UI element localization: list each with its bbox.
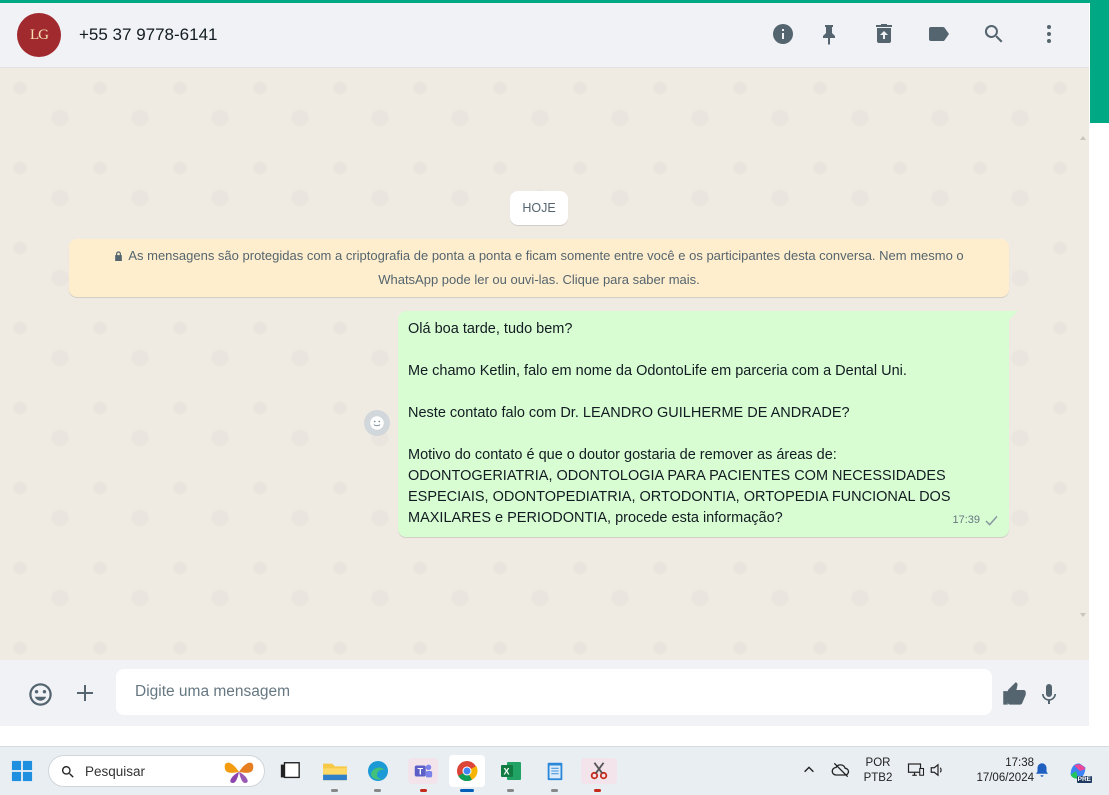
excel-icon[interactable]: X — [497, 758, 525, 784]
message-line: ODONTOGERIATRIA, ODONTOLOGIA PARA PACIEN… — [408, 468, 946, 484]
message-line: Me chamo Ketlin, falo em nome da OdontoL… — [408, 363, 907, 379]
contact-name[interactable]: +55 37 9778-6141 — [79, 25, 218, 45]
running-indicator — [551, 789, 558, 792]
file-explorer-icon[interactable] — [321, 758, 349, 784]
network-icon[interactable] — [906, 760, 926, 780]
running-indicator — [594, 789, 601, 792]
thumbs-up-icon[interactable] — [1000, 680, 1028, 708]
clock-time: 17:38 — [1005, 757, 1034, 769]
notepad-icon[interactable] — [541, 757, 569, 785]
message-line: Motivo do contato é que o doutor gostari… — [408, 447, 837, 463]
notification-bell-icon[interactable] — [1032, 760, 1052, 780]
copilot-icon[interactable]: PRE — [1064, 757, 1092, 785]
bubble-tail — [1009, 311, 1018, 320]
keyboard-layout: PTB2 — [863, 772, 893, 784]
volume-icon[interactable] — [928, 760, 948, 780]
teams-icon[interactable]: T — [408, 758, 438, 784]
page-scrollbar[interactable] — [1089, 3, 1109, 726]
react-emoji-button[interactable] — [364, 410, 390, 436]
clock[interactable]: 17:38 17/06/2024 — [958, 756, 1034, 786]
check-icon — [985, 515, 998, 526]
message-time: 17:39 — [952, 514, 980, 526]
chevron-up-icon[interactable] — [800, 761, 818, 779]
whatsapp-app: LG +55 37 9778-6141 HOJE As mensagens sã… — [0, 3, 1089, 726]
smiley-icon — [370, 416, 384, 430]
scroll-down-arrow-icon[interactable] — [1080, 613, 1086, 617]
edge-icon[interactable] — [364, 758, 392, 784]
copilot-badge: PRE — [1076, 776, 1092, 783]
task-view-icon[interactable] — [278, 759, 302, 783]
running-indicator — [374, 789, 381, 792]
avatar[interactable]: LG — [17, 13, 61, 57]
taskbar-search-label: Pesquisar — [85, 764, 146, 779]
search-icon[interactable] — [981, 21, 1007, 47]
microphone-icon[interactable] — [1036, 680, 1062, 708]
message-line — [408, 382, 999, 403]
composer — [0, 660, 1089, 726]
encryption-notice-text: As mensagens são protegidas com a cripto… — [128, 248, 964, 287]
svg-text:T: T — [418, 767, 424, 777]
attach-plus-icon[interactable] — [72, 680, 98, 706]
butterfly-icon — [224, 762, 254, 783]
avatar-text: LG — [30, 26, 49, 43]
message-meta: 17:39 — [952, 510, 999, 531]
info-icon[interactable] — [770, 21, 796, 47]
menu-icon[interactable] — [1036, 21, 1062, 47]
scrollbar-thumb[interactable] — [1090, 3, 1109, 123]
chat-header: LG +55 37 9778-6141 — [0, 3, 1089, 68]
message-line: MAXILARES e PERIODONTIA, procede esta in… — [408, 510, 783, 526]
chat-area[interactable]: HOJE As mensagens são protegidas com a c… — [0, 68, 1089, 660]
scroll-up-arrow-icon[interactable] — [1080, 136, 1086, 140]
message-line: Olá boa tarde, tudo bem? — [408, 321, 573, 337]
pin-icon[interactable] — [816, 21, 842, 47]
clock-date: 17/06/2024 — [976, 772, 1034, 784]
date-chip: HOJE — [510, 191, 568, 225]
onedrive-off-icon[interactable] — [830, 759, 852, 781]
chrome-icon[interactable] — [449, 755, 485, 787]
message-line: ESPECIAIS, ODONTOPEDIATRIA, ORTODONTIA, … — [408, 489, 951, 505]
snipping-tool-icon[interactable] — [581, 758, 617, 784]
running-indicator — [331, 789, 338, 792]
running-indicator — [507, 789, 514, 792]
running-indicator — [420, 789, 427, 792]
message-line: Neste contato falo com Dr. LEANDRO GUILH… — [408, 405, 850, 421]
language-code: POR — [865, 757, 891, 769]
search-icon — [61, 766, 74, 778]
message-input[interactable] — [116, 669, 992, 715]
lock-icon — [115, 251, 123, 261]
svg-text:X: X — [504, 767, 510, 777]
emoji-icon[interactable] — [26, 680, 54, 708]
running-indicator — [460, 789, 474, 792]
taskbar-search[interactable]: Pesquisar — [48, 755, 265, 787]
message-line — [408, 340, 999, 361]
encryption-notice[interactable]: As mensagens são protegidas com a cripto… — [69, 239, 1009, 297]
label-icon[interactable] — [926, 21, 952, 47]
language-indicator[interactable]: POR PTB2 — [860, 756, 896, 786]
windows-taskbar: Pesquisar T X POR PTB2 17:38 17/06/2024 … — [0, 746, 1109, 795]
delete-icon[interactable] — [871, 21, 897, 47]
outgoing-message-bubble[interactable]: Olá boa tarde, tudo bem? Me chamo Ketlin… — [398, 311, 1009, 537]
message-line — [408, 424, 999, 445]
windows-start-icon[interactable] — [10, 759, 34, 783]
